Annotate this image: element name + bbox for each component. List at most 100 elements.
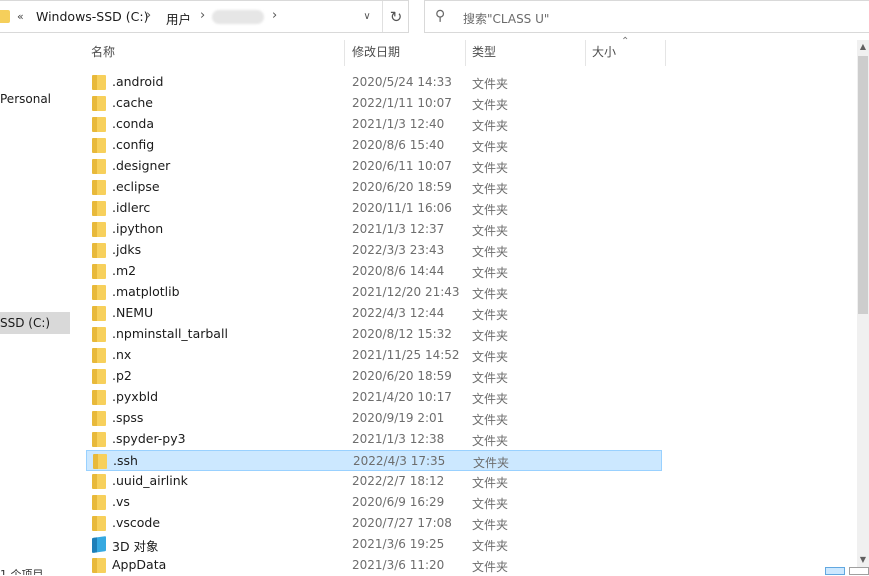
file-modified-date: 2021/11/25 14:52 <box>352 348 460 362</box>
file-row[interactable]: .pyxbld 2021/4/20 10:17 文件夹 <box>86 387 662 408</box>
file-row[interactable]: .nx 2021/11/25 14:52 文件夹 <box>86 345 662 366</box>
folder-icon <box>92 264 106 279</box>
scroll-up-icon[interactable]: ▲ <box>857 40 869 54</box>
address-bar[interactable]: « Windows-SSD (C:) › 用户 › › ∨ ↻ <box>0 0 409 33</box>
breadcrumb-drive[interactable]: Windows-SSD (C:) <box>36 9 148 24</box>
file-modified-date: 2021/3/6 11:20 <box>352 558 445 572</box>
file-name: .designer <box>112 158 171 173</box>
nav-item-ssd[interactable]: SSD (C:) <box>0 312 70 334</box>
file-modified-date: 2020/6/20 18:59 <box>352 180 452 194</box>
file-type: 文件夹 <box>472 266 509 280</box>
file-name: .spss <box>112 410 144 425</box>
details-view-icon[interactable] <box>825 567 845 575</box>
file-name: .p2 <box>112 368 132 383</box>
file-modified-date: 2021/1/3 12:40 <box>352 117 445 131</box>
file-type: 文件夹 <box>473 456 510 470</box>
file-row[interactable]: .idlerc 2020/11/1 16:06 文件夹 <box>86 198 662 219</box>
column-divider[interactable] <box>344 40 345 66</box>
file-modified-date: 2020/8/6 15:40 <box>352 138 445 152</box>
chevron-down-icon[interactable]: ∨ <box>353 1 381 32</box>
folder-icon <box>92 96 106 111</box>
column-header-modified[interactable]: 修改日期 <box>352 38 462 66</box>
file-row[interactable]: .spss 2020/9/19 2:01 文件夹 <box>86 408 662 429</box>
file-type: 文件夹 <box>472 308 509 322</box>
file-modified-date: 2021/12/20 21:43 <box>352 285 460 299</box>
folder-icon <box>92 348 106 363</box>
column-header-name[interactable]: 名称 <box>91 38 341 66</box>
file-row[interactable]: .vs 2020/6/9 16:29 文件夹 <box>86 492 662 513</box>
folder-icon <box>92 516 106 531</box>
file-name: .cache <box>112 95 153 110</box>
file-modified-date: 2020/8/12 15:32 <box>352 327 452 341</box>
file-row[interactable]: .vscode 2020/7/27 17:08 文件夹 <box>86 513 662 534</box>
folder-icon <box>92 474 106 489</box>
chevron-right-icon[interactable]: › <box>146 8 151 23</box>
folder-icon <box>92 222 106 237</box>
file-modified-date: 2021/4/20 10:17 <box>352 390 452 404</box>
file-name: .NEMU <box>112 305 154 320</box>
file-name: .pyxbld <box>112 389 159 404</box>
file-row[interactable]: .NEMU 2022/4/3 12:44 文件夹 <box>86 303 662 324</box>
folder-icon <box>92 180 106 195</box>
file-type: 文件夹 <box>472 140 509 154</box>
file-row[interactable]: AppData 2021/3/6 11:20 文件夹 <box>86 555 662 576</box>
file-type: 文件夹 <box>472 245 509 259</box>
search-input[interactable]: 搜索"CLASS U" <box>463 10 549 27</box>
folder-icon <box>92 75 106 90</box>
folder-icon <box>92 243 106 258</box>
3d-objects-icon <box>93 536 106 553</box>
chevron-right-icon[interactable]: › <box>200 8 205 23</box>
file-modified-date: 2021/3/6 19:25 <box>352 537 445 551</box>
status-text: 1 个项目 <box>0 568 44 575</box>
column-divider[interactable] <box>585 40 586 66</box>
file-name: .nx <box>112 347 132 362</box>
file-type: 文件夹 <box>472 287 509 301</box>
large-icons-view-icon[interactable] <box>849 567 869 575</box>
file-row[interactable]: .conda 2021/1/3 12:40 文件夹 <box>86 114 662 135</box>
column-divider[interactable] <box>465 40 466 66</box>
file-name: .spyder-py3 <box>112 431 186 446</box>
file-row[interactable]: 3D 对象 2021/3/6 19:25 文件夹 <box>86 534 662 555</box>
file-name: .matplotlib <box>112 284 180 299</box>
chevron-right-icon[interactable]: › <box>272 8 277 23</box>
file-name: AppData <box>112 557 167 572</box>
folder-icon <box>0 10 10 23</box>
navigation-pane: Personal SSD (C:) <box>0 34 72 575</box>
file-row[interactable]: .matplotlib 2021/12/20 21:43 文件夹 <box>86 282 662 303</box>
file-row[interactable]: .designer 2020/6/11 10:07 文件夹 <box>86 156 662 177</box>
file-row[interactable]: .ipython 2021/1/3 12:37 文件夹 <box>86 219 662 240</box>
file-row[interactable]: .uuid_airlink 2022/2/7 18:12 文件夹 <box>86 471 662 492</box>
file-row[interactable]: .spyder-py3 2021/1/3 12:38 文件夹 <box>86 429 662 450</box>
file-name: .m2 <box>112 263 137 278</box>
breadcrumb-overflow[interactable]: « <box>17 10 24 23</box>
sort-ascending-icon: ⌃ <box>621 36 630 47</box>
folder-icon <box>92 159 106 174</box>
file-row[interactable]: .eclipse 2020/6/20 18:59 文件夹 <box>86 177 662 198</box>
file-row[interactable]: .ssh 2022/4/3 17:35 文件夹 <box>86 450 662 471</box>
breadcrumb-user-redacted[interactable] <box>212 10 264 24</box>
scrollbar-thumb[interactable] <box>858 56 868 314</box>
vertical-scrollbar[interactable]: ▲ ▼ <box>857 40 869 567</box>
file-row[interactable]: .p2 2020/6/20 18:59 文件夹 <box>86 366 662 387</box>
folder-icon <box>92 558 106 573</box>
column-divider[interactable] <box>665 40 666 66</box>
file-row[interactable]: .m2 2020/8/6 14:44 文件夹 <box>86 261 662 282</box>
file-modified-date: 2022/3/3 23:43 <box>352 243 445 257</box>
folder-icon <box>92 285 106 300</box>
file-row[interactable]: .config 2020/8/6 15:40 文件夹 <box>86 135 662 156</box>
file-row[interactable]: .npminstall_tarball 2020/8/12 15:32 文件夹 <box>86 324 662 345</box>
scroll-down-icon[interactable]: ▼ <box>857 553 869 567</box>
breadcrumb-users[interactable]: 用户 <box>166 9 191 28</box>
file-modified-date: 2020/9/19 2:01 <box>352 411 445 425</box>
folder-icon <box>92 327 106 342</box>
search-box[interactable]: ⚲ 搜索"CLASS U" <box>424 0 869 33</box>
file-row[interactable]: .cache 2022/1/11 10:07 文件夹 <box>86 93 662 114</box>
refresh-icon[interactable]: ↻ <box>382 1 409 32</box>
file-row[interactable]: .android 2020/5/24 14:33 文件夹 <box>86 72 662 93</box>
folder-icon <box>92 201 106 216</box>
file-type: 文件夹 <box>472 203 509 217</box>
nav-item-personal[interactable]: Personal <box>0 88 70 110</box>
column-header-type[interactable]: 类型 <box>472 38 582 66</box>
file-type: 文件夹 <box>472 98 509 112</box>
file-row[interactable]: .jdks 2022/3/3 23:43 文件夹 <box>86 240 662 261</box>
